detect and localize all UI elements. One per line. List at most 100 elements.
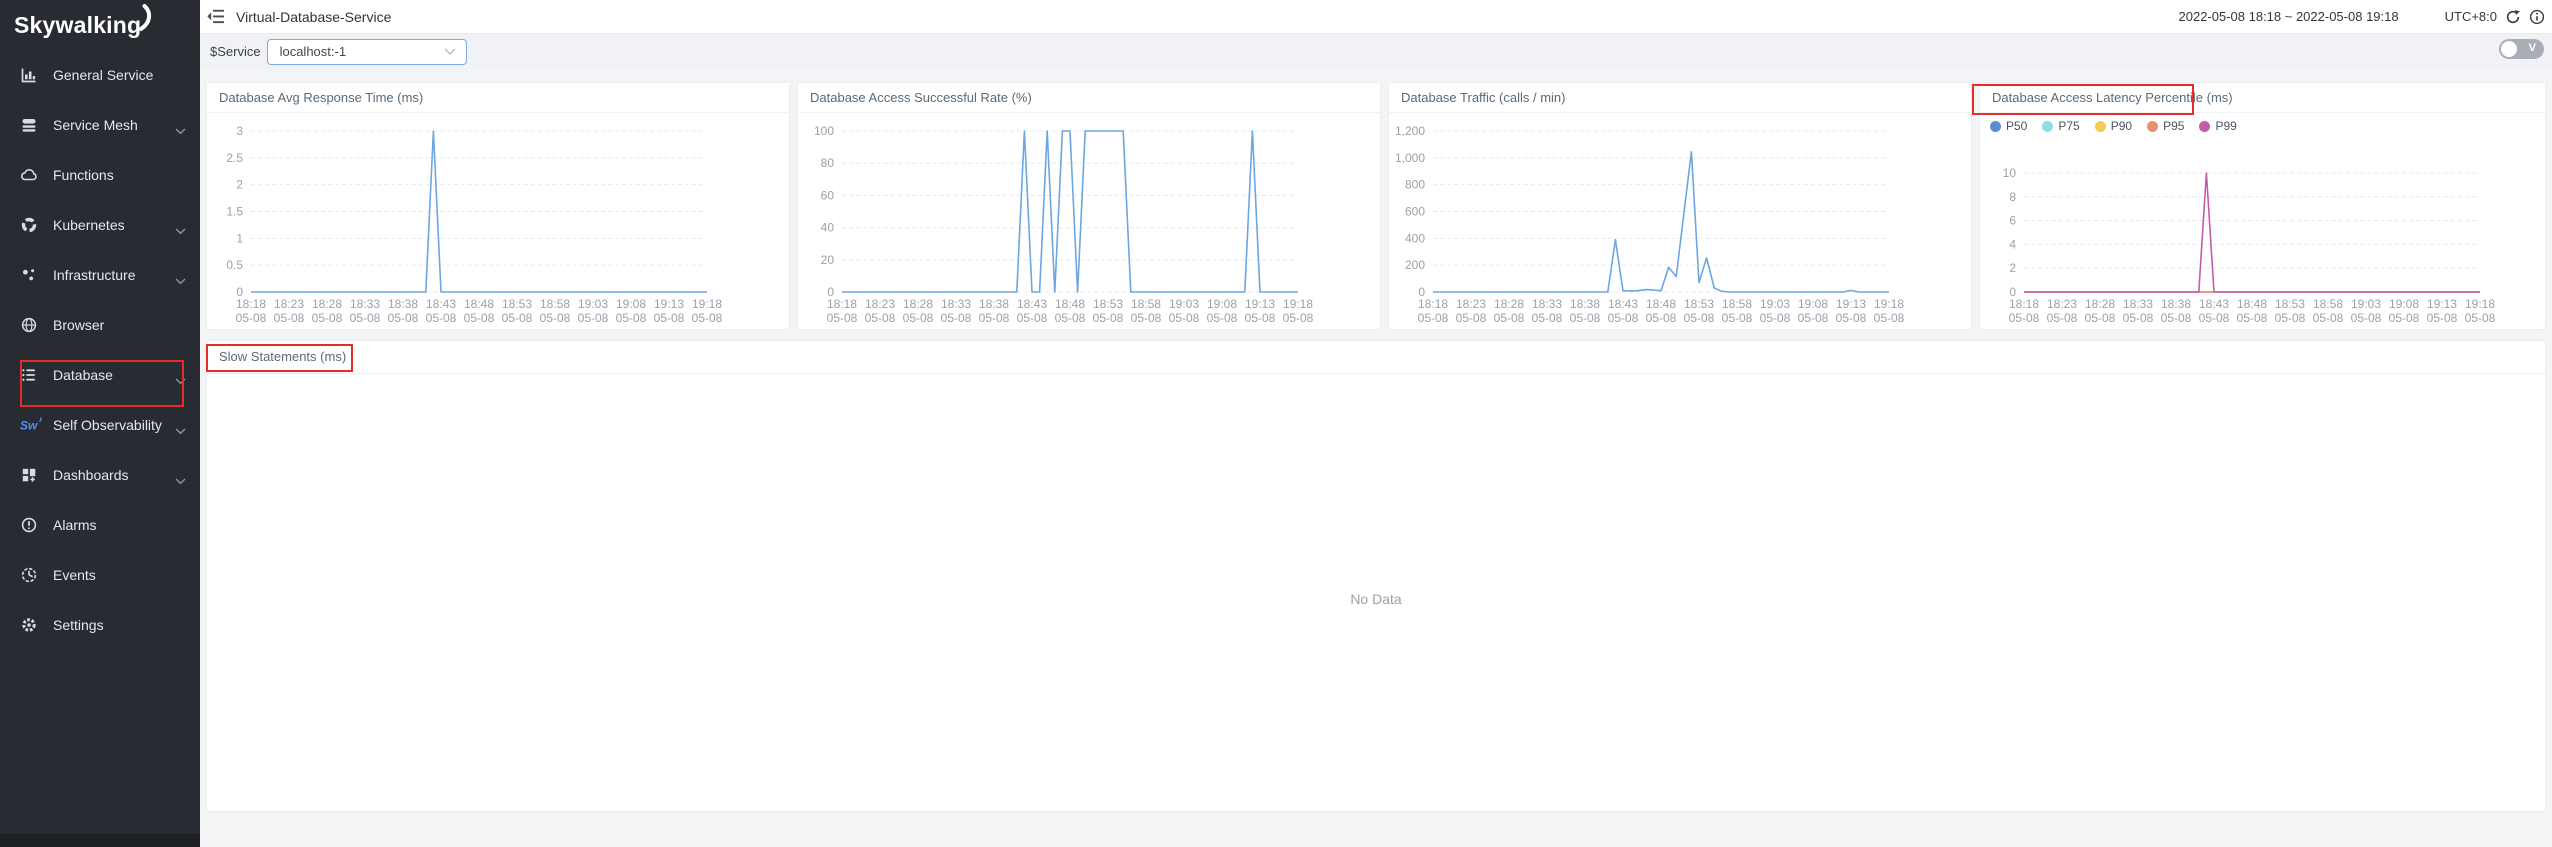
sidebar-item-label: Alarms (53, 517, 97, 533)
svg-text:40: 40 (821, 221, 835, 235)
svg-text:05-08: 05-08 (312, 311, 343, 325)
svg-text:19:03: 19:03 (578, 297, 608, 311)
sidebar-item-database[interactable]: Database (0, 350, 200, 400)
legend-dot-icon (2095, 121, 2106, 132)
panel-title: Database Traffic (calls / min) (1389, 83, 1971, 113)
svg-text:18:38: 18:38 (2161, 297, 2191, 311)
svg-text:05-08: 05-08 (1836, 311, 1867, 325)
series-p99 (2024, 173, 2480, 292)
sw-logo-icon: Sw (20, 416, 44, 434)
svg-text:8: 8 (2009, 190, 2016, 204)
app-logo[interactable]: Skywalking (0, 0, 200, 50)
svg-text:1,000: 1,000 (1395, 151, 1425, 165)
sidebar-item-dashboards[interactable]: Dashboards (0, 450, 200, 500)
service-select[interactable]: localhost:-1 (267, 39, 467, 65)
chart-canvas[interactable]: 32.521.510.5018:1805-0818:2305-0818:2805… (207, 83, 791, 331)
sidebar-footer (0, 834, 200, 847)
gear-icon (20, 616, 44, 634)
svg-text:05-08: 05-08 (1283, 311, 1314, 325)
svg-text:18:23: 18:23 (865, 297, 895, 311)
chart-panel-database-access-successful-rate: 10080604020018:1805-0818:2305-0818:2805-… (797, 82, 1381, 330)
svg-text:100: 100 (814, 124, 834, 138)
refresh-icon[interactable] (2505, 9, 2521, 25)
sidebar-item-general-service[interactable]: General Service (0, 50, 200, 100)
svg-text:600: 600 (1405, 205, 1425, 219)
svg-text:Sw: Sw (20, 419, 38, 433)
chevron-down-icon (175, 122, 186, 140)
svg-text:400: 400 (1405, 231, 1425, 245)
logo-swoosh-icon (139, 4, 154, 37)
sidebar-item-settings[interactable]: Settings (0, 600, 200, 650)
sidebar-item-label: Self Observability (53, 417, 162, 433)
svg-text:05-08: 05-08 (1017, 311, 1048, 325)
sidebar-item-browser[interactable]: Browser (0, 300, 200, 350)
sidebar-item-label: Browser (53, 317, 104, 333)
chevron-down-icon (444, 48, 456, 56)
chart-canvas[interactable]: 1,2001,000800600400200018:1805-0818:2305… (1389, 83, 1973, 331)
svg-text:18:33: 18:33 (1532, 297, 1562, 311)
svg-text:19:18: 19:18 (692, 297, 722, 311)
svg-text:05-08: 05-08 (2313, 311, 2344, 325)
svg-text:05-08: 05-08 (540, 311, 571, 325)
svg-text:05-08: 05-08 (941, 311, 972, 325)
chevron-down-icon (175, 272, 186, 290)
svg-text:80: 80 (821, 156, 835, 170)
svg-text:18:33: 18:33 (941, 297, 971, 311)
svg-text:20: 20 (821, 253, 835, 267)
sidebar-item-kubernetes[interactable]: Kubernetes (0, 200, 200, 250)
svg-text:18:18: 18:18 (827, 297, 857, 311)
svg-text:4: 4 (2009, 237, 2016, 251)
chart-canvas[interactable]: 10080604020018:1805-0818:2305-0818:2805-… (798, 83, 1382, 331)
legend-item-p90[interactable]: P90 (2095, 119, 2132, 133)
svg-text:19:13: 19:13 (1836, 297, 1866, 311)
svg-text:19:08: 19:08 (1798, 297, 1828, 311)
svg-text:19:08: 19:08 (2389, 297, 2419, 311)
svg-text:05-08: 05-08 (502, 311, 533, 325)
svg-text:05-08: 05-08 (1055, 311, 1086, 325)
globe-icon (20, 316, 44, 334)
sidebar-item-label: Infrastructure (53, 267, 135, 283)
toggle-label: V (2529, 42, 2536, 54)
sidebar-item-events[interactable]: Events (0, 550, 200, 600)
svg-text:05-08: 05-08 (616, 311, 647, 325)
legend-item-p50[interactable]: P50 (1990, 119, 2027, 133)
legend-item-p95[interactable]: P95 (2147, 119, 2184, 133)
edit-mode-toggle[interactable]: V (2499, 39, 2544, 59)
sidebar-item-infrastructure[interactable]: Infrastructure (0, 250, 200, 300)
info-icon[interactable] (2529, 9, 2545, 25)
svg-text:3: 3 (236, 124, 243, 138)
toggle-knob (2501, 41, 2517, 57)
sidebar-item-functions[interactable]: Functions (0, 150, 200, 200)
sidebar-item-self-observability[interactable]: Sw Self Observability (0, 400, 200, 450)
sidebar-item-alarms[interactable]: Alarms (0, 500, 200, 550)
time-range-picker[interactable]: 2022-05-08 18:18 ~ 2022-05-08 19:18 (2179, 9, 2399, 24)
svg-text:2.5: 2.5 (226, 151, 243, 165)
utc-offset[interactable]: UTC+8:0 (2445, 9, 2497, 24)
svg-text:18:18: 18:18 (2009, 297, 2039, 311)
svg-text:1.5: 1.5 (226, 205, 243, 219)
panel-title: Database Avg Response Time (ms) (207, 83, 789, 113)
no-data-text: No Data (207, 591, 2545, 607)
svg-text:60: 60 (821, 188, 835, 202)
alarm-icon (20, 516, 44, 534)
sidebar-item-service-mesh[interactable]: Service Mesh (0, 100, 200, 150)
layers-icon (20, 116, 44, 134)
menu-fold-icon[interactable] (207, 9, 224, 24)
svg-text:18:53: 18:53 (502, 297, 532, 311)
sidebar: Skywalking General ServiceService MeshFu… (0, 0, 200, 847)
svg-text:19:08: 19:08 (616, 297, 646, 311)
svg-text:05-08: 05-08 (2427, 311, 2458, 325)
svg-text:18:58: 18:58 (2313, 297, 2343, 311)
legend-item-p99[interactable]: P99 (2199, 119, 2236, 133)
svg-text:05-08: 05-08 (2389, 311, 2420, 325)
legend-item-p75[interactable]: P75 (2042, 119, 2079, 133)
sidebar-item-label: Dashboards (53, 467, 129, 483)
panel-title: Database Access Successful Rate (%) (798, 83, 1380, 113)
svg-text:19:03: 19:03 (1169, 297, 1199, 311)
svg-text:05-08: 05-08 (903, 311, 934, 325)
legend-dot-icon (2042, 121, 2053, 132)
sidebar-nav: General ServiceService MeshFunctionsKube… (0, 50, 200, 650)
svg-text:18:23: 18:23 (274, 297, 304, 311)
svg-text:05-08: 05-08 (1532, 311, 1563, 325)
dashboard-grid-icon (20, 466, 44, 484)
